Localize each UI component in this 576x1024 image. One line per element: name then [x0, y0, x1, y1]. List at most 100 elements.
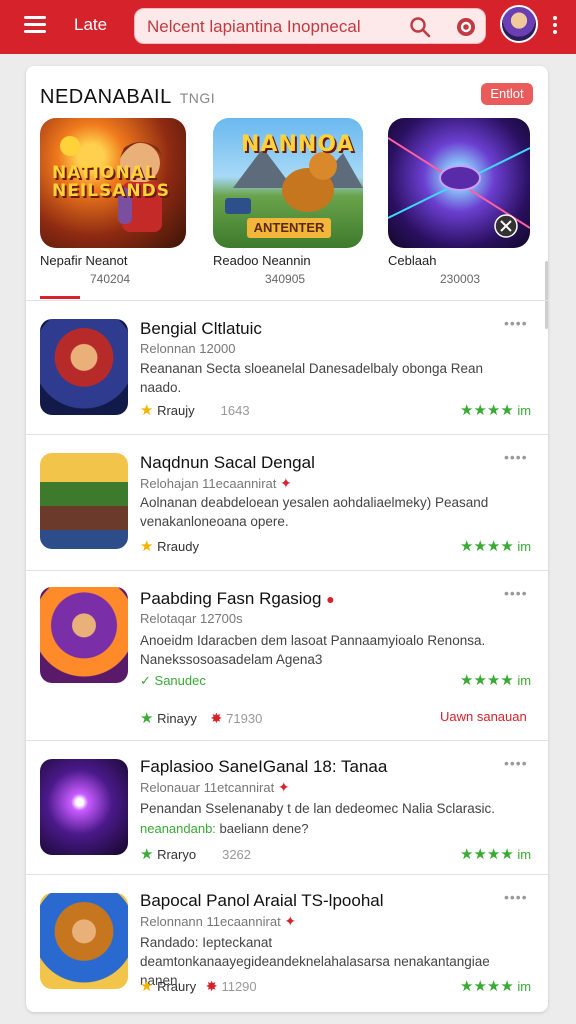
featured-item[interactable]: NANNOA ANTENTER Readoo Neannin 340905	[213, 118, 363, 288]
app-brand: Late	[74, 15, 108, 34]
featured-art-title: NANNOA	[241, 132, 355, 157]
app-meta: ★ Rinayy ✸ 71930	[140, 709, 262, 727]
pin-icon: ●	[326, 591, 335, 607]
rating: ★★★★ im	[460, 845, 531, 863]
featured-item-count: 740204	[90, 272, 131, 286]
meta-value: 11290	[221, 979, 257, 994]
star-icon: ★	[140, 846, 154, 863]
featured-title: NEDANABAIL TNGI	[40, 86, 215, 109]
action-link[interactable]: Uawn sanauan	[440, 709, 527, 724]
more-options-icon[interactable]: ••••	[504, 889, 528, 905]
rating-text: im	[517, 403, 532, 418]
app-developer: Relonauar 11etcannirat ✦	[140, 779, 290, 796]
featured-title-text: NEDANABAIL	[40, 86, 172, 108]
app-title: Bengial Cltlatuic	[140, 319, 262, 338]
list-item[interactable]: Faplasioo SaneIGanal 18: Tanaa •••• Relo…	[26, 740, 548, 874]
app-icon	[40, 893, 128, 989]
app-developer: Relotaqar 12700s	[140, 611, 243, 626]
app-icon	[40, 759, 128, 855]
more-options-icon[interactable]: ••••	[504, 585, 528, 601]
rating: ★★★★ im	[460, 671, 531, 689]
app-description: Penandan Sselenanaby t de lan dedeomec N…	[140, 801, 495, 816]
featured-item[interactable]: NATIONAL NEILSANDS Nepafir Neanot 740204	[40, 118, 190, 288]
app-title-text: Paabding Fasn Rgasiog	[140, 589, 322, 608]
star-icon: ★	[140, 402, 154, 419]
star-rating-icon: ★★★★	[460, 538, 514, 555]
meta-value: 71930	[226, 711, 263, 726]
list-item[interactable]: Paabding Fasn Rgasiog ● •••• Relotaqar 1…	[26, 570, 548, 740]
developer-text: Relohajan 11ecaannirat	[140, 476, 277, 491]
status-text: Sanudec	[154, 673, 206, 688]
more-options-icon[interactable]: ••••	[504, 449, 528, 465]
app-title: Naqdnun Sacal Dengal	[140, 453, 315, 472]
list-item[interactable]: Bengial Cltlatuic •••• Relonnan 12000 Re…	[26, 300, 548, 434]
more-vert-icon[interactable]	[553, 16, 559, 36]
meta-value: 3262	[222, 847, 252, 862]
meta-label: Rraujy	[157, 403, 195, 418]
rating: ★★★★ im	[460, 401, 531, 419]
app-title: Paabding Fasn Rgasiog ●	[140, 589, 335, 609]
featured-art: NATIONAL NEILSANDS	[40, 118, 186, 248]
featured-art-text: NATIONAL NEILSANDS	[52, 163, 170, 201]
content-card: NEDANABAIL TNGI Entlot NATIONAL NEILSANDS…	[26, 66, 548, 1012]
top-app-bar: Late Nelcent lapiantina Inopnecal	[0, 0, 576, 54]
list-item[interactable]: Bapocal Panol Araial TS-lpoohal •••• Rel…	[26, 874, 548, 1012]
badge-icon: ✸	[210, 710, 223, 726]
meta-value: 1643	[220, 403, 250, 418]
app-description: Anoeidm Idaracben dem lasoat Pannaamyioa…	[140, 633, 486, 667]
search-bar[interactable]: Nelcent lapiantina Inopnecal	[134, 8, 486, 44]
app-icon	[40, 319, 128, 415]
badge-icon: ✦	[284, 913, 297, 929]
mic-icon[interactable]	[455, 16, 477, 38]
meta-label: Rraury	[157, 979, 197, 994]
app-description: Aolnanan deabdeloean yesalen aohdaliaelm…	[140, 495, 489, 529]
app-icon	[40, 587, 128, 683]
app-developer: Relohajan 11ecaannirat ✦	[140, 475, 292, 492]
rating-text: im	[517, 673, 532, 688]
app-icon	[40, 453, 128, 549]
menu-icon[interactable]	[24, 16, 46, 34]
star-rating-icon: ★★★★	[460, 978, 514, 995]
developer-text: Relonnann 11ecaannirat	[140, 914, 281, 929]
more-options-icon[interactable]: ••••	[504, 315, 528, 331]
app-meta: ★ Rraujy 1643	[140, 401, 250, 419]
rating: ★★★★ im	[460, 537, 531, 555]
avatar[interactable]	[500, 5, 538, 43]
rating-text: im	[517, 539, 532, 554]
rating-text: im	[517, 979, 532, 994]
star-rating-icon: ★★★★	[460, 672, 514, 689]
featured-action-button[interactable]: Entlot	[481, 83, 533, 105]
app-developer: Relonnan 12000	[140, 341, 236, 356]
active-tab-indicator	[40, 296, 80, 299]
featured-art: NANNOA ANTENTER	[213, 118, 363, 248]
featured-item[interactable]: Ceblaah 230003	[388, 118, 538, 288]
app-meta: ★ Rraury ✸ 11290	[140, 977, 257, 995]
app-developer: Relonnann 11ecaannirat ✦	[140, 913, 296, 930]
rating: ★★★★ im	[460, 977, 531, 995]
app-meta: ★ Rraudy	[140, 537, 199, 555]
search-icon[interactable]	[409, 16, 431, 38]
featured-subtitle: TNGI	[179, 90, 216, 106]
search-input[interactable]: Nelcent lapiantina Inopnecal	[147, 17, 361, 37]
check-icon: ✓	[140, 673, 151, 688]
status-label: ✓ Sanudec	[140, 673, 206, 689]
app-title: Bapocal Panol Araial TS-lpoohal	[140, 891, 384, 910]
badge-icon: ✸	[205, 978, 218, 994]
list-item[interactable]: Naqdnun Sacal Dengal •••• Relohajan 11ec…	[26, 434, 548, 570]
meta-label: Rraryo	[157, 847, 197, 862]
featured-item-count: 230003	[440, 272, 481, 286]
app-title: Faplasioo SaneIGanal 18: Tanaa	[140, 757, 388, 776]
ship-illustration	[388, 137, 530, 238]
more-options-icon[interactable]: ••••	[504, 755, 528, 771]
badge-icon: ✦	[280, 475, 292, 491]
rating-text: im	[517, 847, 532, 862]
developer-text: Relonauar 11etcannirat	[140, 780, 275, 795]
app-description-tail: neanandanb: baeliann dene?	[140, 821, 308, 836]
featured-item-count: 340905	[265, 272, 306, 286]
featured-item-name: Nepafir Neanot	[40, 253, 128, 268]
badge-icon: ✦	[277, 779, 290, 795]
featured-item-name: Ceblaah	[388, 253, 437, 268]
app-description: Reananan Secta sloeanelal Danesadelbaly …	[140, 361, 484, 395]
featured-item-name: Readoo Neannin	[213, 253, 311, 268]
star-icon: ★	[140, 710, 154, 727]
